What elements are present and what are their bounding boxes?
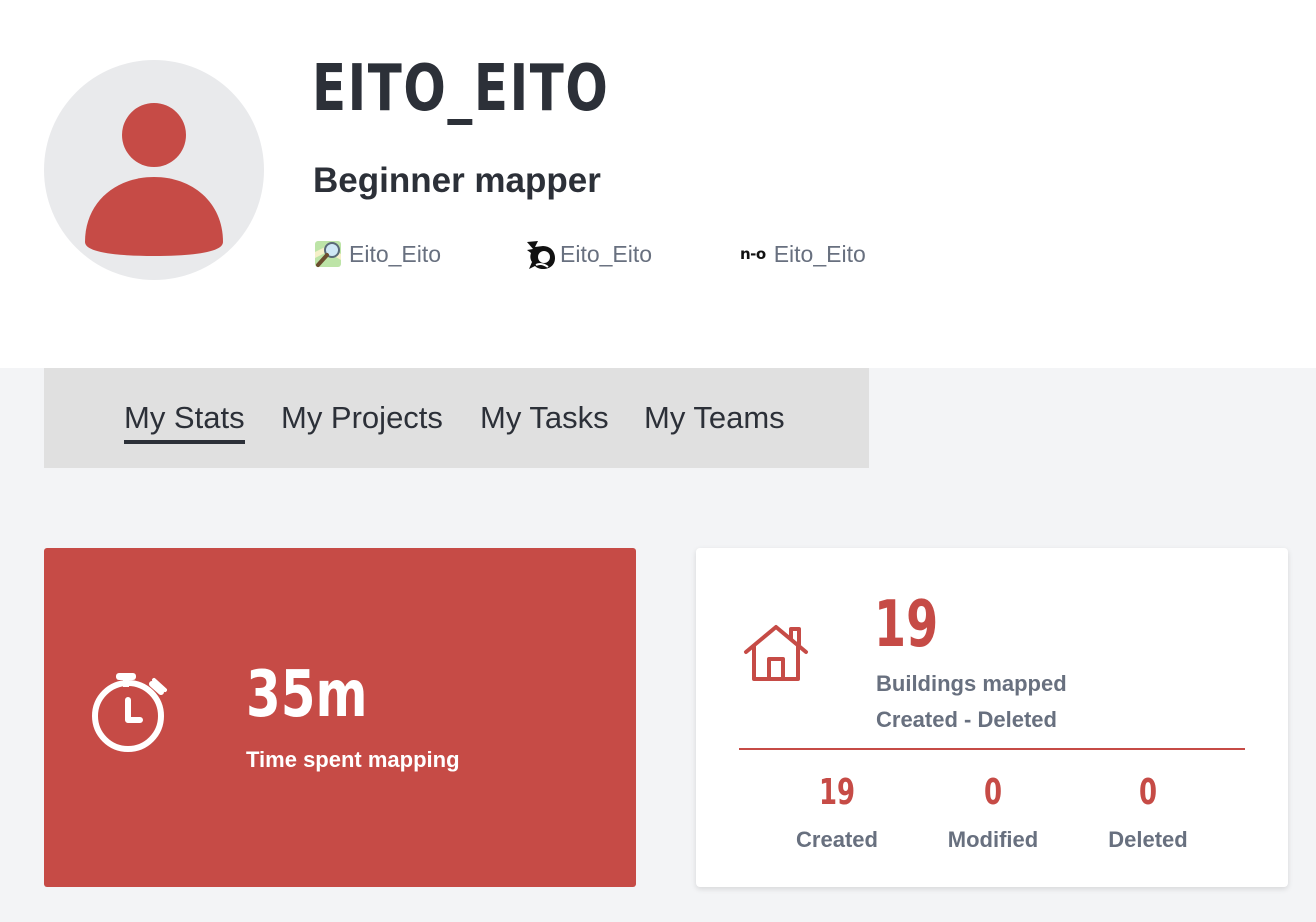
user-tabs: My Stats My Projects My Tasks My Teams bbox=[44, 368, 869, 468]
tab-my-projects[interactable]: My Projects bbox=[281, 400, 443, 436]
avatar bbox=[44, 60, 264, 280]
tab-my-stats[interactable]: My Stats bbox=[124, 400, 245, 444]
hdyc-profile-link[interactable]: n-o Eito_Eito bbox=[740, 238, 866, 270]
osmcha-username: Eito_Eito bbox=[560, 240, 653, 267]
buildings-sublabel: Created - Deleted bbox=[876, 707, 1057, 732]
user-avatar-icon bbox=[85, 103, 223, 256]
modified-stat: 0 Modified bbox=[913, 772, 1073, 853]
tab-my-teams[interactable]: My Teams bbox=[644, 400, 785, 436]
time-spent-label: Time spent mapping bbox=[246, 747, 460, 772]
username: EITO_EITO bbox=[312, 52, 610, 126]
created-label: Created bbox=[796, 827, 878, 852]
osmcha-icon bbox=[524, 238, 558, 270]
openstreetmap-icon bbox=[313, 238, 347, 270]
stopwatch-icon bbox=[92, 673, 167, 752]
hdyc-username: Eito_Eito bbox=[773, 240, 866, 267]
profile-header: EITO_EITO Beginner mapper Eito_Eito Eito… bbox=[0, 0, 1316, 368]
deleted-label: Deleted bbox=[1108, 827, 1188, 852]
osmcha-profile-link[interactable]: Eito_Eito bbox=[524, 238, 652, 270]
tab-my-tasks[interactable]: My Tasks bbox=[480, 400, 609, 436]
divider bbox=[739, 748, 1245, 750]
hdyc-icon: n-o bbox=[740, 245, 766, 263]
house-icon bbox=[744, 625, 808, 681]
created-value: 19 bbox=[818, 772, 856, 813]
osm-username: Eito_Eito bbox=[349, 240, 442, 267]
time-spent-value: 35m bbox=[246, 658, 368, 732]
buildings-label: Buildings mapped bbox=[876, 671, 1067, 696]
created-stat: 19 Created bbox=[757, 772, 917, 853]
modified-value: 0 bbox=[983, 772, 1003, 813]
deleted-value: 0 bbox=[1138, 772, 1158, 813]
deleted-stat: 0 Deleted bbox=[1068, 772, 1228, 853]
mapper-level: Beginner mapper bbox=[313, 161, 601, 200]
modified-label: Modified bbox=[947, 827, 1039, 852]
buildings-total-value: 19 bbox=[874, 588, 939, 662]
osm-profile-link[interactable]: Eito_Eito bbox=[313, 238, 441, 270]
